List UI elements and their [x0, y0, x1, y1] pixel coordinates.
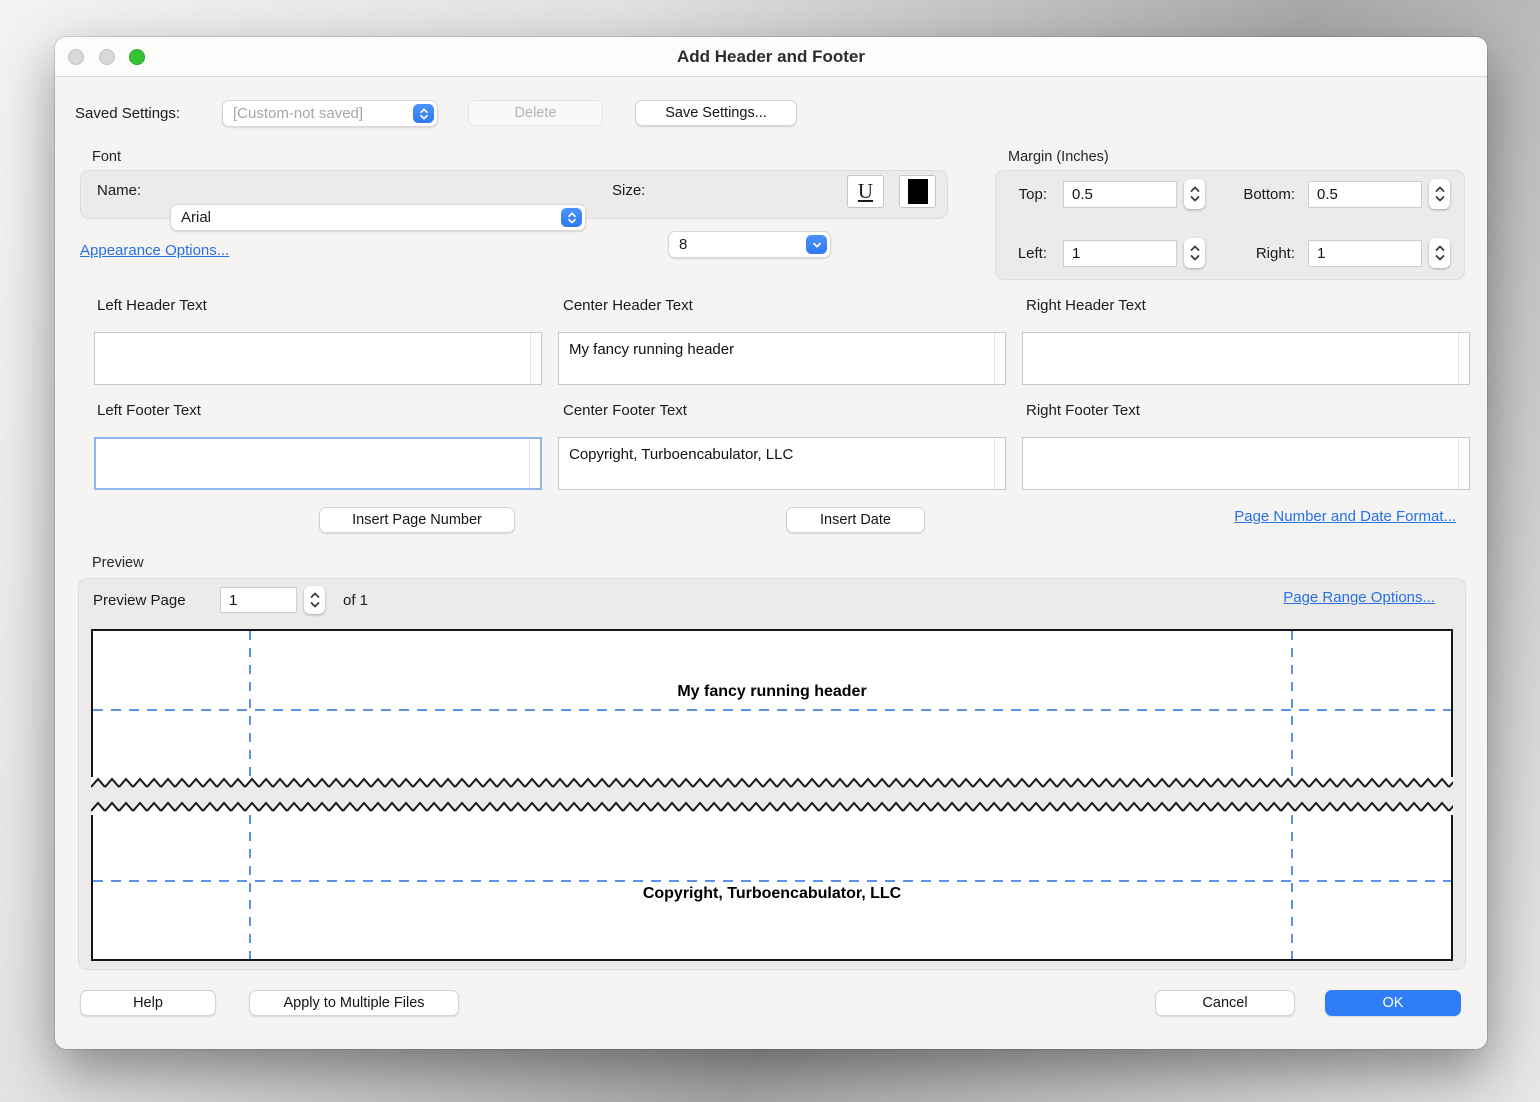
margin-left-label: Left:: [999, 240, 1055, 267]
font-size-label: Size:: [612, 177, 645, 204]
margin-top-label: Top:: [999, 181, 1055, 208]
left-header-textarea[interactable]: [95, 333, 530, 384]
margin-section-label: Margin (Inches): [1008, 149, 1109, 165]
preview-footer-text: Copyright, Turboencabulator, LLC: [93, 885, 1451, 903]
font-name-dropdown[interactable]: Arial: [170, 204, 586, 231]
appearance-options-link[interactable]: Appearance Options...: [80, 242, 229, 259]
saved-settings-value: [Custom-not saved]: [233, 105, 363, 122]
save-settings-button[interactable]: Save Settings...: [635, 100, 797, 126]
underline-button[interactable]: U: [847, 175, 884, 208]
margin-guide-right: [1291, 631, 1293, 777]
font-color-swatch: [908, 179, 928, 204]
margin-left-input[interactable]: [1063, 240, 1177, 267]
scrollbar-gutter: [994, 333, 1005, 384]
left-header-field[interactable]: [94, 332, 542, 385]
cancel-button[interactable]: Cancel: [1155, 990, 1295, 1016]
margin-bottom-label: Bottom:: [1219, 181, 1303, 208]
preview-header-text: My fancy running header: [93, 683, 1451, 701]
margin-top-input[interactable]: [1063, 181, 1177, 208]
right-header-textarea[interactable]: [1023, 333, 1458, 384]
margin-right-label: Right:: [1219, 240, 1303, 267]
center-header-textarea[interactable]: My fancy running header: [559, 333, 994, 384]
center-footer-textarea[interactable]: Copyright, Turboencabulator, LLC: [559, 438, 994, 489]
title-bar: Add Header and Footer: [55, 37, 1487, 77]
popup-updown-icon: [561, 208, 582, 227]
scrollbar-gutter: [1458, 333, 1469, 384]
page-number-date-format-link[interactable]: Page Number and Date Format...: [1234, 508, 1456, 525]
preview-page-stepper[interactable]: [304, 586, 325, 614]
margin-right-input[interactable]: [1308, 240, 1422, 267]
scrollbar-gutter: [530, 333, 541, 384]
center-footer-label: Center Footer Text: [563, 402, 687, 419]
preview-page-bottom: Copyright, Turboencabulator, LLC: [91, 801, 1453, 961]
popup-updown-icon: [413, 104, 434, 123]
margin-guide-header: [93, 709, 1451, 711]
font-section-label: Font: [92, 149, 121, 165]
font-size-combo[interactable]: 8: [668, 231, 831, 258]
insert-date-button[interactable]: Insert Date: [786, 507, 925, 533]
apply-to-multiple-files-button[interactable]: Apply to Multiple Files: [249, 990, 459, 1016]
left-footer-textarea[interactable]: [96, 439, 529, 488]
page-range-options-link[interactable]: Page Range Options...: [1283, 589, 1435, 606]
preview-page-input[interactable]: [220, 587, 297, 613]
preview-page-top: My fancy running header: [91, 629, 1453, 777]
right-footer-textarea[interactable]: [1023, 438, 1458, 489]
left-footer-field[interactable]: [94, 437, 542, 490]
font-size-value: 8: [679, 236, 687, 253]
margin-guide-left: [249, 631, 251, 777]
saved-settings-dropdown[interactable]: [Custom-not saved]: [222, 100, 438, 127]
torn-edge: [91, 777, 1453, 791]
center-header-label: Center Header Text: [563, 297, 693, 314]
help-button[interactable]: Help: [80, 990, 216, 1016]
preview-page-label: Preview Page: [93, 587, 186, 613]
add-header-footer-dialog: Add Header and Footer Saved Settings: [C…: [55, 37, 1487, 1049]
preview-groupbox: Preview Page of 1 Page Range Options... …: [78, 578, 1466, 970]
saved-settings-label: Saved Settings:: [75, 100, 180, 127]
margin-left-stepper[interactable]: [1184, 238, 1205, 268]
right-header-label: Right Header Text: [1026, 297, 1146, 314]
margin-guide-footer: [93, 880, 1451, 882]
underline-icon: U: [858, 179, 873, 204]
margin-top-stepper[interactable]: [1184, 179, 1205, 209]
chevron-down-icon: [806, 235, 827, 254]
scrollbar-gutter: [529, 439, 540, 488]
font-name-label: Name:: [97, 177, 141, 204]
preview-section-label: Preview: [92, 555, 144, 571]
torn-edge: [91, 801, 1453, 815]
preview-page-count: of 1: [343, 587, 368, 613]
margin-bottom-input[interactable]: [1308, 181, 1422, 208]
delete-button[interactable]: Delete: [468, 100, 603, 126]
right-footer-field[interactable]: [1022, 437, 1470, 490]
left-footer-label: Left Footer Text: [97, 402, 201, 419]
center-footer-field[interactable]: Copyright, Turboencabulator, LLC: [558, 437, 1006, 490]
ok-button[interactable]: OK: [1325, 990, 1461, 1016]
scrollbar-gutter: [1458, 438, 1469, 489]
insert-page-number-button[interactable]: Insert Page Number: [319, 507, 515, 533]
left-header-label: Left Header Text: [97, 297, 207, 314]
right-footer-label: Right Footer Text: [1026, 402, 1140, 419]
right-header-field[interactable]: [1022, 332, 1470, 385]
font-color-button[interactable]: [899, 175, 936, 208]
center-header-field[interactable]: My fancy running header: [558, 332, 1006, 385]
margin-bottom-stepper[interactable]: [1429, 179, 1450, 209]
font-name-value: Arial: [181, 209, 211, 226]
dialog-title: Add Header and Footer: [55, 37, 1487, 77]
scrollbar-gutter: [994, 438, 1005, 489]
margin-right-stepper[interactable]: [1429, 238, 1450, 268]
